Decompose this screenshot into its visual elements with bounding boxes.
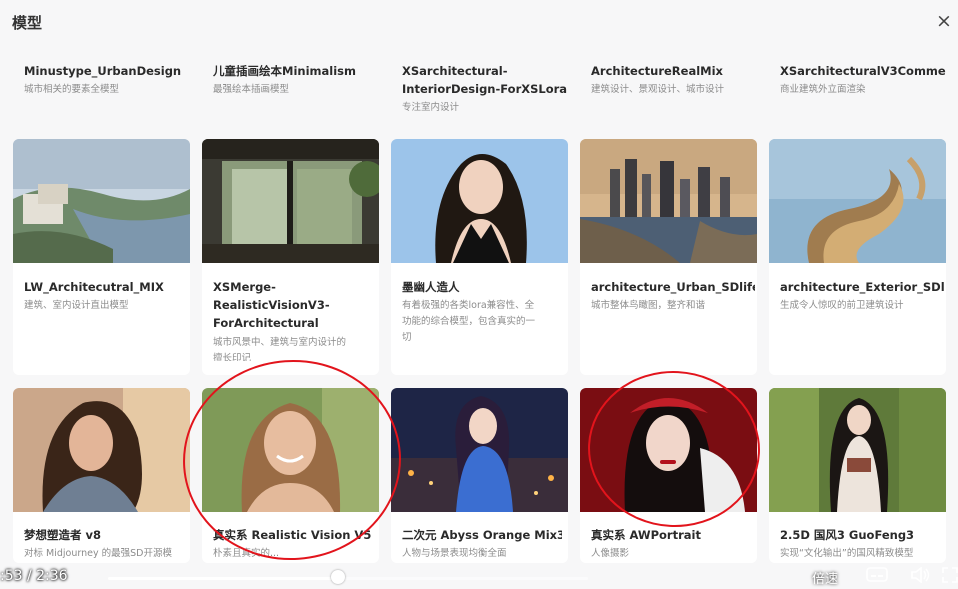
woman-red-hat-thumbnail bbox=[580, 388, 757, 512]
woman-sunset-thumbnail bbox=[13, 388, 190, 512]
model-desc-line2: 擅长印记 bbox=[213, 353, 252, 361]
model-desc: 朴素且真实的... bbox=[213, 548, 280, 559]
progress-knob[interactable] bbox=[331, 570, 346, 584]
model-card-xsmerge[interactable]: XSMerge- RealisticVisionV3- ForArchitect… bbox=[202, 139, 379, 375]
fullscreen-icon[interactable] bbox=[942, 567, 958, 583]
model-item-interiordesign[interactable]: XSarchitectural- InteriorDesign-ForXSLor… bbox=[391, 62, 568, 122]
close-button[interactable]: × bbox=[934, 10, 954, 32]
gold-sculpture-thumbnail bbox=[769, 139, 946, 263]
progress-track[interactable] bbox=[108, 577, 588, 580]
model-desc: 人像摄影 bbox=[591, 548, 630, 559]
model-name: architecture_Urban_SDlife_Ch bbox=[591, 280, 755, 294]
model-card-urban-sdlife[interactable]: architecture_Urban_SDlife_Ch 城市整体鸟瞰图，整齐和… bbox=[580, 139, 757, 375]
model-name: XSarchitectural- bbox=[402, 64, 508, 78]
playback-time: :53 / 2:36 bbox=[0, 568, 68, 584]
model-name-line2: InteriorDesign-ForXSLora bbox=[402, 82, 568, 96]
model-name: 二次元 Abyss Orange Mix3 bbox=[402, 528, 562, 542]
speed-button[interactable]: 倍速 bbox=[812, 568, 838, 587]
model-name: 墨幽人造人 bbox=[402, 280, 460, 294]
subtitle-icon[interactable] bbox=[866, 567, 888, 583]
anime-girl-thumbnail bbox=[391, 388, 568, 512]
model-name-line2: RealisticVisionV3- bbox=[213, 298, 330, 312]
model-desc-line3: 切 bbox=[402, 332, 412, 343]
model-desc: 对标 Midjourney 的最强SD开源模 bbox=[24, 548, 172, 559]
model-desc: 生成令人惊叹的前卫建筑设计 bbox=[780, 300, 904, 311]
model-name: 儿童插画绘本Minimalism bbox=[213, 64, 356, 78]
model-card-realistic-vision[interactable]: 真实系 Realistic Vision V5 朴素且真实的... bbox=[202, 388, 379, 563]
guofeng-girl-thumbnail bbox=[769, 388, 946, 512]
model-card-guofeng3[interactable]: 2.5D 国风3 GuoFeng3 实现“文化输出”的国风精致模型 bbox=[769, 388, 946, 563]
model-card-awportrait[interactable]: 真实系 AWPortrait 人像摄影 bbox=[580, 388, 757, 563]
model-name: XSMerge- bbox=[213, 280, 276, 294]
dialog-title: 模型 bbox=[12, 14, 43, 32]
model-desc-line2: 功能的综合模型，包含真实的一 bbox=[402, 316, 536, 327]
model-name-line3: ForArchitectural bbox=[213, 316, 319, 330]
model-name: Minustype_UrbanDesign bbox=[24, 64, 182, 78]
model-name: architecture_Exterior_SDlife_ bbox=[780, 280, 944, 294]
model-name: LW_Architecutral_MIX bbox=[24, 280, 164, 294]
model-name: 2.5D 国风3 GuoFeng3 bbox=[780, 528, 915, 542]
model-card-moyou[interactable]: 墨幽人造人 有着极强的各类lora兼容性、全 功能的综合模型，包含真实的一 切 bbox=[391, 139, 568, 375]
model-desc: 城市整体鸟瞰图，整齐和谐 bbox=[591, 300, 706, 311]
woman-portrait-thumbnail bbox=[391, 139, 568, 263]
model-name: 梦想塑造者 v8 bbox=[24, 528, 102, 542]
model-desc: 有着极强的各类lora兼容性、全 bbox=[402, 300, 535, 311]
model-desc: 实现“文化输出”的国风精致模型 bbox=[780, 548, 914, 559]
coastal-city-thumbnail bbox=[13, 139, 190, 263]
model-name: 真实系 AWPortrait bbox=[591, 528, 701, 542]
model-desc: 人物与场景表现均衡全面 bbox=[402, 548, 507, 559]
model-card-exterior-sdlife[interactable]: architecture_Exterior_SDlife_ 生成令人惊叹的前卫建… bbox=[769, 139, 946, 375]
model-item-urbandesign[interactable]: Minustype_UrbanDesign 城市相关的要素全模型 bbox=[13, 62, 190, 122]
model-desc: 专注室内设计 bbox=[402, 102, 460, 113]
city-skyline-thumbnail bbox=[580, 139, 757, 263]
model-desc: 建筑、室内设计直出模型 bbox=[24, 300, 129, 311]
model-desc: 最强绘本插画模型 bbox=[213, 84, 290, 95]
progress-fill bbox=[108, 577, 339, 580]
glass-house-thumbnail bbox=[202, 139, 379, 263]
model-name: XSarchitecturalV3Commercial bbox=[780, 64, 946, 78]
model-desc: 建筑设计、景观设计、城市设计 bbox=[591, 84, 725, 95]
model-item-minimalism[interactable]: 儿童插画绘本Minimalism 最强绘本插画模型 bbox=[202, 62, 379, 122]
smiling-woman-thumbnail bbox=[202, 388, 379, 512]
model-card-abyss-orange[interactable]: 二次元 Abyss Orange Mix3 人物与场景表现均衡全面 bbox=[391, 388, 568, 563]
model-card-dream-shaper[interactable]: 梦想塑造者 v8 对标 Midjourney 的最强SD开源模 bbox=[13, 388, 190, 563]
model-item-realmix[interactable]: ArchitectureRealMix 建筑设计、景观设计、城市设计 bbox=[580, 62, 757, 122]
volume-icon[interactable] bbox=[910, 566, 932, 584]
model-name: ArchitectureRealMix bbox=[591, 64, 723, 78]
model-desc: 城市相关的要素全模型 bbox=[24, 84, 120, 95]
model-card-lw-architectural[interactable]: LW_Architecutral_MIX 建筑、室内设计直出模型 bbox=[13, 139, 190, 375]
model-item-commercial[interactable]: XSarchitecturalV3Commercial 商业建筑外立面渲染 bbox=[769, 62, 946, 122]
model-desc: 城市风景中、建筑与室内设计的 bbox=[213, 337, 347, 348]
model-name: 真实系 Realistic Vision V5 bbox=[213, 528, 372, 542]
model-desc: 商业建筑外立面渲染 bbox=[780, 84, 866, 95]
